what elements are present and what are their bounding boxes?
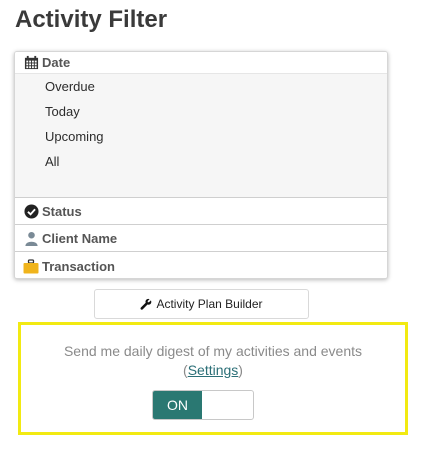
date-filter-section: Date Overdue Today Upcoming All: [15, 52, 387, 198]
daily-digest-text: Send me daily digest of my activities an…: [21, 342, 405, 380]
wrench-icon: [140, 298, 152, 310]
settings-link[interactable]: Settings: [188, 362, 239, 378]
date-option-today[interactable]: Today: [15, 99, 387, 124]
daily-digest-message: Send me daily digest of my activities an…: [63, 343, 363, 359]
status-filter-label: Status: [42, 204, 82, 219]
date-option-upcoming[interactable]: Upcoming: [15, 124, 387, 149]
check-circle-icon: [23, 204, 39, 220]
calendar-icon: [23, 55, 39, 71]
date-filter-label: Date: [42, 55, 71, 70]
date-options-list: Overdue Today Upcoming All: [15, 74, 387, 174]
transaction-filter-header[interactable]: Transaction: [15, 253, 387, 278]
date-option-all[interactable]: All: [15, 149, 387, 174]
user-icon: [23, 231, 39, 247]
filter-panel: Date Overdue Today Upcoming All Status C…: [14, 51, 388, 279]
page-title: Activity Filter: [15, 6, 168, 33]
date-option-overdue[interactable]: Overdue: [15, 74, 387, 99]
briefcase-icon: [23, 258, 39, 274]
activity-plan-builder-label: Activity Plan Builder: [156, 297, 263, 311]
activity-plan-builder-button[interactable]: Activity Plan Builder: [94, 289, 309, 319]
date-filter-header[interactable]: Date: [15, 52, 387, 74]
client-name-filter-label: Client Name: [42, 231, 118, 246]
client-name-filter-header[interactable]: Client Name: [15, 226, 387, 252]
status-filter-header[interactable]: Status: [15, 199, 387, 225]
toggle-on-label: ON: [153, 391, 202, 419]
daily-digest-box: Send me daily digest of my activities an…: [18, 322, 408, 435]
daily-digest-toggle[interactable]: ON: [152, 390, 254, 420]
transaction-filter-label: Transaction: [42, 258, 115, 274]
close-paren: ): [238, 362, 243, 378]
